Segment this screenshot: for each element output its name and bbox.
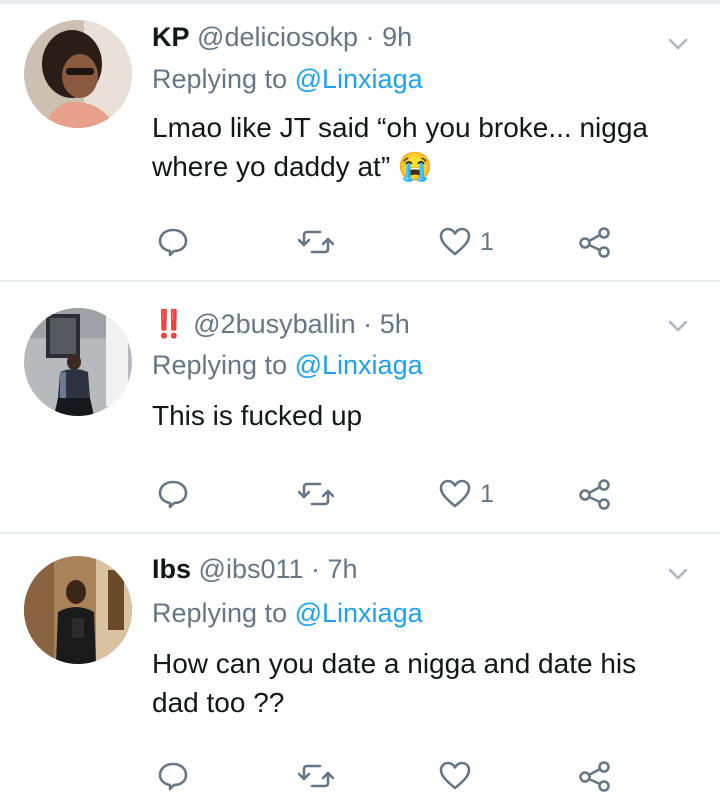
retweet-button[interactable] <box>298 222 334 262</box>
tweet-text-line: Lmao like JT said “oh you broke... nigga <box>152 112 648 143</box>
retweet-icon <box>298 482 334 506</box>
tweet-header: KP @deliciosokp · 9h <box>152 22 412 53</box>
retweet-icon <box>298 230 334 254</box>
like-count: 1 <box>480 227 494 256</box>
tweet-3[interactable]: Ibs @ibs011 · 7h Replying to @Linxiaga H… <box>0 534 720 803</box>
chevron-down-icon[interactable] <box>664 312 692 340</box>
user-handle[interactable]: @deliciosokp <box>197 22 358 52</box>
timestamp[interactable]: 7h <box>328 554 358 584</box>
heart-icon <box>439 227 471 256</box>
tweet-header: ‼️ @2busyballin · 5h <box>152 308 410 340</box>
avatar[interactable] <box>24 20 132 128</box>
chevron-down-icon[interactable] <box>664 30 692 58</box>
retweet-button[interactable] <box>298 474 334 514</box>
separator-dot: · <box>363 309 373 339</box>
share-button[interactable] <box>578 756 612 796</box>
mention-link[interactable]: @Linxiaga <box>295 350 423 380</box>
display-name[interactable]: ‼️ <box>152 309 186 339</box>
user-handle[interactable]: @ibs011 <box>199 554 304 584</box>
tweet-text-line: where yo daddy at” <box>152 151 391 182</box>
separator-dot: · <box>311 554 321 584</box>
reply-button[interactable] <box>156 474 190 514</box>
reply-icon <box>158 762 188 791</box>
heart-icon <box>439 479 471 508</box>
share-button[interactable] <box>578 222 612 262</box>
action-bar <box>152 756 672 796</box>
like-count: 1 <box>480 479 494 508</box>
tweet-text-line: How can you date a nigga and date his <box>152 648 637 679</box>
avatar[interactable] <box>24 308 132 416</box>
share-button[interactable] <box>578 474 612 514</box>
like-button[interactable]: 1 <box>438 474 494 514</box>
replying-to-label: Replying to <box>152 598 288 628</box>
timestamp[interactable]: 9h <box>382 22 412 52</box>
retweet-icon <box>298 764 334 788</box>
mention-link[interactable]: @Linxiaga <box>295 64 423 94</box>
share-icon <box>579 227 610 258</box>
tweet-text-line: This is fucked up <box>152 400 363 431</box>
reply-button[interactable] <box>156 756 190 796</box>
heart-icon <box>439 761 471 790</box>
reply-icon <box>158 228 188 257</box>
replying-to: Replying to @Linxiaga <box>152 598 423 629</box>
share-icon <box>579 761 610 792</box>
replying-to: Replying to @Linxiaga <box>152 350 423 381</box>
like-button[interactable] <box>438 756 472 796</box>
replying-to-label: Replying to <box>152 350 288 380</box>
replying-to: Replying to @Linxiaga <box>152 64 423 95</box>
separator-dot: · <box>365 22 375 52</box>
chevron-down-icon[interactable] <box>664 560 692 588</box>
tweet-1[interactable]: KP @deliciosokp · 9h Replying to @Linxia… <box>0 4 720 282</box>
display-name[interactable]: Ibs <box>152 554 191 584</box>
tweet-header: Ibs @ibs011 · 7h <box>152 554 358 585</box>
tweet-text: Lmao like JT said “oh you broke... nigga… <box>152 108 692 186</box>
reply-icon <box>158 480 188 509</box>
crying-emoji: 😭 <box>397 151 433 182</box>
tweet-text: How can you date a nigga and date his da… <box>152 644 692 722</box>
like-button[interactable]: 1 <box>438 222 494 262</box>
action-bar: 1 <box>152 222 672 262</box>
action-bar: 1 <box>152 474 672 514</box>
share-icon <box>579 479 610 510</box>
mention-link[interactable]: @Linxiaga <box>295 598 423 628</box>
tweet-2[interactable]: ‼️ @2busyballin · 5h Replying to @Linxia… <box>0 282 720 534</box>
retweet-button[interactable] <box>298 756 334 796</box>
timestamp[interactable]: 5h <box>380 309 410 339</box>
avatar[interactable] <box>24 556 132 664</box>
display-name[interactable]: KP <box>152 22 190 52</box>
reply-button[interactable] <box>156 222 190 262</box>
replying-to-label: Replying to <box>152 64 288 94</box>
user-handle[interactable]: @2busyballin <box>193 309 356 339</box>
tweet-text-line: dad too ?? <box>152 687 285 718</box>
tweet-text: This is fucked up <box>152 396 692 435</box>
